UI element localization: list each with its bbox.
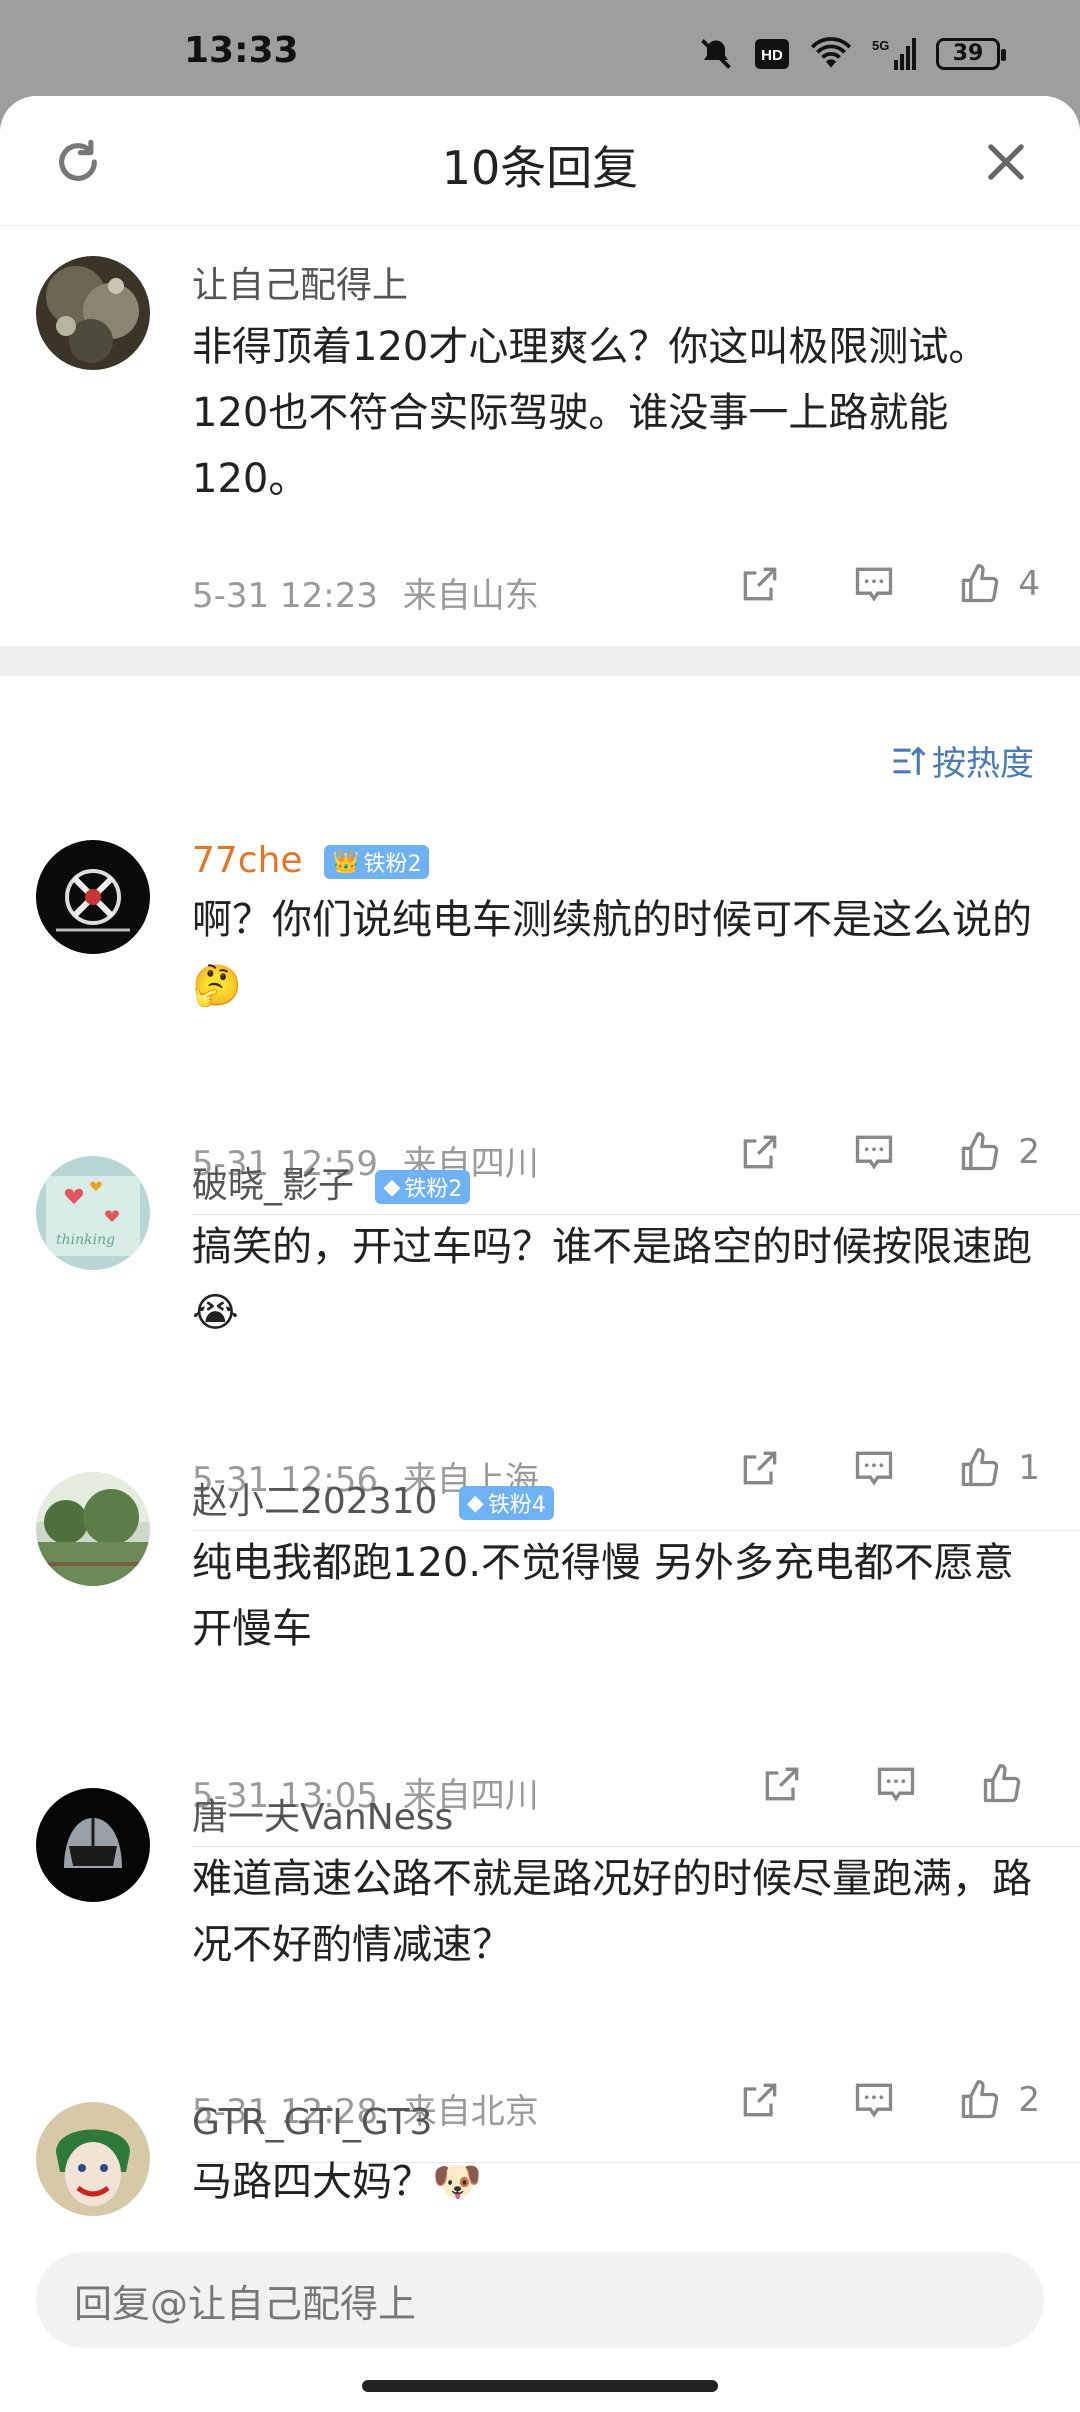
- like-count: 4: [1018, 564, 1040, 604]
- user-name-text: 破晓_影子: [192, 1165, 355, 1206]
- like-button[interactable]: 4: [958, 562, 1040, 606]
- comment-location: 来自山东: [402, 576, 539, 616]
- avatar[interactable]: [36, 2102, 150, 2216]
- comment-text: 搞笑的，开过车吗？谁不是路空的时候按限速跑😭: [192, 1224, 1032, 1336]
- user-name[interactable]: 让自己配得上: [192, 256, 1052, 308]
- svg-text:HD: HD: [761, 47, 783, 64]
- thumbs-up-icon: [962, 564, 999, 603]
- sort-label: 按热度: [932, 744, 1034, 784]
- user-name-text: 77che: [192, 840, 303, 881]
- avatar[interactable]: [36, 256, 150, 370]
- sheet-title: 10条回复: [441, 141, 639, 195]
- status-icons: HD 5G 39: [698, 36, 1006, 72]
- diamond-icon: ◆: [383, 1174, 401, 1200]
- comment-meta: 5-31 12:23 来自山东: [192, 568, 539, 617]
- sort-button[interactable]: 按热度: [890, 736, 1034, 785]
- section-divider: [0, 646, 1080, 676]
- badge-label: 铁粉4: [487, 1493, 546, 1518]
- avatar[interactable]: [36, 1472, 150, 1586]
- hd-icon: HD: [755, 39, 789, 69]
- mute-icon: [701, 39, 731, 69]
- user-name[interactable]: 唐一夫VanNess: [192, 1788, 1052, 1840]
- signal-icon: 5G: [872, 38, 916, 70]
- avatar[interactable]: [36, 840, 150, 954]
- badge-label: 铁粉2: [404, 1177, 463, 1202]
- crown-icon: 👑: [332, 849, 360, 875]
- close-icon[interactable]: [980, 136, 1032, 188]
- comment-time: 5-31 12:23: [192, 576, 378, 616]
- comment-text: 纯电我都跑120.不觉得慢 另外多充电都不愿意开慢车: [192, 1540, 1014, 1652]
- comment-text: 非得顶着120才心理爽么？你这叫极限测试。 120也不符合实际驾驶。谁没事一上路…: [192, 324, 989, 502]
- avatar[interactable]: thinking: [36, 1156, 150, 1270]
- comment-icon[interactable]: [852, 562, 896, 606]
- user-name[interactable]: GTR_GTI_GT3: [192, 2102, 1052, 2143]
- badge-label: 铁粉2: [363, 852, 422, 877]
- reply-input[interactable]: 回复@让自己配得上: [36, 2252, 1044, 2348]
- comment-text: 啊？你们说纯电车测续航的时候可不是这么说的🤔: [192, 897, 1032, 1009]
- battery-indicator: 39: [936, 38, 1006, 70]
- fan-badge: ◆ 铁粉4: [458, 1486, 554, 1520]
- diamond-icon: ◆: [466, 1490, 484, 1516]
- avatar[interactable]: [36, 1788, 150, 1902]
- wifi-icon: [810, 37, 852, 68]
- fan-badge: 👑 铁粉2: [324, 845, 430, 879]
- comment-text: 马路四大妈？🐶: [192, 2159, 482, 2205]
- sheet-header: 10条回复: [0, 96, 1080, 226]
- fan-badge: ◆ 铁粉2: [375, 1170, 471, 1204]
- user-name[interactable]: 77che 👑 铁粉2: [192, 840, 1052, 881]
- avatar-text: thinking: [56, 1232, 115, 1248]
- status-time: 13:33: [184, 30, 299, 71]
- comment-actions: 4: [738, 562, 1040, 606]
- user-name[interactable]: 破晓_影子 ◆ 铁粉2: [192, 1156, 1052, 1208]
- status-bar: 13:33 HD 5G 39: [0, 0, 1080, 96]
- user-name-text: 赵小二202310: [192, 1481, 438, 1522]
- home-indicator[interactable]: [362, 2380, 718, 2392]
- comment-text: 难道高速公路不就是路况好的时候尽量跑满，路况不好酌情减速？: [192, 1856, 1032, 1968]
- reply-sheet: 10条回复 让自己配得上 非得顶着120才心理爽么？你这叫极限测试。 120也不…: [0, 96, 1080, 2412]
- network-label: 5G: [872, 38, 889, 53]
- share-icon[interactable]: [738, 562, 782, 606]
- sort-icon: [893, 745, 926, 775]
- user-name[interactable]: 赵小二202310 ◆ 铁粉4: [192, 1472, 1052, 1524]
